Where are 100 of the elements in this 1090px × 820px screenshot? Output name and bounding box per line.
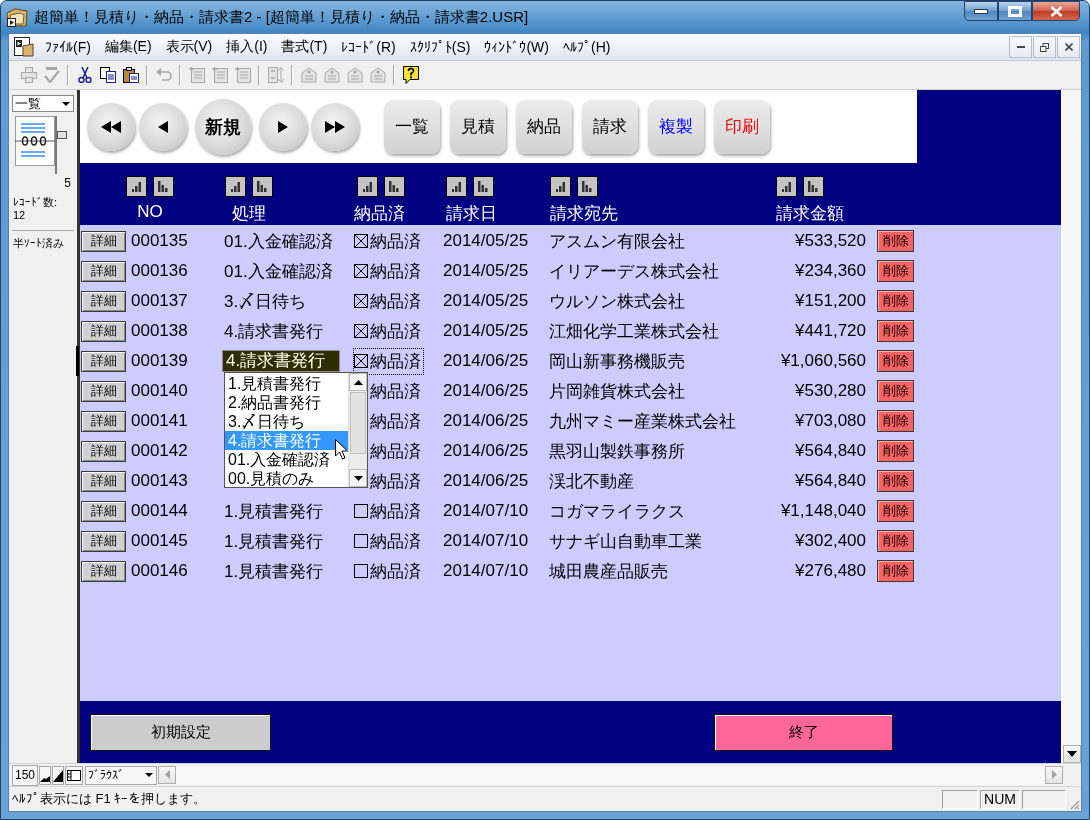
checkbox-label[interactable]: 納品済 bbox=[370, 379, 421, 403]
checkbox-label[interactable]: 納品済 bbox=[370, 349, 421, 373]
checkbox[interactable] bbox=[354, 354, 368, 368]
first-record-button[interactable] bbox=[87, 102, 135, 151]
initial-settings-button[interactable]: 初期設定 bbox=[90, 713, 271, 751]
checkbox[interactable] bbox=[354, 264, 368, 278]
small-mountain-icon[interactable] bbox=[39, 765, 52, 785]
minimize-button[interactable] bbox=[964, 1, 998, 21]
delete-button[interactable]: 削除 bbox=[877, 470, 914, 492]
checkbox-label[interactable]: 納品済 bbox=[370, 499, 421, 523]
pages-icon[interactable] bbox=[99, 67, 116, 83]
detail-button[interactable]: 詳細 bbox=[81, 500, 126, 522]
delete-button[interactable]: 削除 bbox=[877, 380, 914, 402]
dropdown-option[interactable]: 00.見積のみ bbox=[225, 469, 348, 488]
menu-item[interactable]: ｳｨﾝﾄﾞｳ(W) bbox=[477, 37, 556, 57]
new-record-button[interactable]: 新規 bbox=[195, 98, 251, 155]
dropdown-option[interactable]: 3.〆日待ち bbox=[225, 412, 348, 431]
descending-bars-icon[interactable] bbox=[252, 176, 273, 197]
clipboard-icon[interactable] bbox=[122, 67, 139, 83]
layout-button[interactable]: 見積 bbox=[450, 99, 506, 154]
checkbox-label[interactable]: 納品済 bbox=[370, 529, 421, 553]
menu-item[interactable]: ﾌｧｲﾙ(F) bbox=[38, 37, 98, 57]
last-record-button[interactable] bbox=[311, 102, 359, 151]
ascending-bars-icon[interactable] bbox=[126, 176, 147, 197]
mode-dropdown[interactable]: ﾌﾞﾗｳｽﾞ bbox=[85, 765, 158, 785]
ascending-bars-icon[interactable] bbox=[776, 176, 797, 197]
dropdown-scrollbar[interactable] bbox=[348, 373, 367, 487]
descending-bars-icon[interactable] bbox=[577, 176, 598, 197]
next-record-button[interactable] bbox=[259, 102, 307, 151]
menu-item[interactable]: 表示(V) bbox=[158, 36, 220, 58]
layout-dropdown[interactable]: 一覧 bbox=[12, 95, 74, 112]
checkbox-label[interactable]: 納品済 bbox=[370, 409, 421, 433]
detail-button[interactable]: 詳細 bbox=[81, 560, 126, 582]
delete-button[interactable]: 削除 bbox=[877, 530, 914, 552]
detail-button[interactable]: 詳細 bbox=[81, 380, 126, 402]
menu-item[interactable]: ｽｸﾘﾌﾟﾄ(S) bbox=[402, 37, 478, 57]
previous-record-button[interactable] bbox=[139, 102, 187, 151]
menu-item[interactable]: 編集(E) bbox=[97, 36, 159, 58]
ascending-bars-icon[interactable] bbox=[225, 176, 246, 197]
menu-item[interactable]: 書式(T) bbox=[274, 36, 335, 58]
detail-button[interactable]: 詳細 bbox=[81, 230, 126, 252]
checkbox-label[interactable]: 納品済 bbox=[370, 559, 421, 583]
checkbox-label[interactable]: 納品済 bbox=[370, 469, 421, 493]
dropdown-option[interactable]: 2.納品書発行 bbox=[225, 393, 348, 412]
minimize-button[interactable] bbox=[1009, 36, 1032, 58]
scissors-icon[interactable] bbox=[76, 67, 93, 83]
checkbox[interactable] bbox=[354, 294, 368, 308]
ascending-bars-icon[interactable] bbox=[357, 176, 378, 197]
detail-button[interactable]: 詳細 bbox=[81, 350, 126, 372]
delete-button[interactable]: 削除 bbox=[877, 290, 914, 312]
ascending-bars-icon[interactable] bbox=[446, 176, 467, 197]
close-button[interactable] bbox=[1032, 1, 1080, 21]
delete-button[interactable]: 削除 bbox=[877, 230, 914, 252]
checkbox[interactable] bbox=[354, 234, 368, 248]
dropdown-option[interactable]: 1.見積書発行 bbox=[225, 374, 348, 393]
delete-button[interactable]: 削除 bbox=[877, 560, 914, 582]
help-icon[interactable] bbox=[402, 66, 419, 84]
menu-item[interactable]: ﾍﾙﾌﾟ(H) bbox=[556, 37, 618, 57]
descending-bars-icon[interactable] bbox=[153, 176, 174, 197]
restore-button[interactable] bbox=[1033, 36, 1056, 58]
detail-button[interactable]: 詳細 bbox=[81, 320, 126, 342]
close-button[interactable] bbox=[1057, 36, 1080, 58]
delete-button[interactable]: 削除 bbox=[877, 260, 914, 282]
checkbox-label[interactable]: 納品済 bbox=[370, 289, 421, 313]
maximize-button[interactable] bbox=[998, 1, 1032, 21]
detail-button[interactable]: 詳細 bbox=[81, 260, 126, 282]
ascending-bars-icon[interactable] bbox=[550, 176, 571, 197]
record-slider[interactable] bbox=[55, 116, 67, 174]
checkbox-label[interactable]: 納品済 bbox=[370, 439, 421, 463]
detail-button[interactable]: 詳細 bbox=[81, 410, 126, 432]
scroll-down-button[interactable] bbox=[349, 469, 367, 487]
scroll-down-button[interactable] bbox=[1063, 745, 1081, 763]
descending-bars-icon[interactable] bbox=[803, 176, 824, 197]
delete-button[interactable]: 削除 bbox=[877, 440, 914, 462]
delete-button[interactable]: 削除 bbox=[877, 320, 914, 342]
checkbox-label[interactable]: 納品済 bbox=[370, 319, 421, 343]
menu-item[interactable]: ﾚｺｰﾄﾞ(R) bbox=[334, 37, 403, 57]
zoom-level[interactable]: 150 bbox=[12, 764, 39, 786]
layout-button[interactable]: 一覧 bbox=[384, 99, 440, 154]
descending-bars-icon[interactable] bbox=[384, 176, 405, 197]
scroll-up-button[interactable] bbox=[349, 373, 367, 391]
panel-icon[interactable] bbox=[65, 765, 84, 785]
layout-button[interactable]: 請求 bbox=[582, 99, 638, 154]
layout-button[interactable]: 納品 bbox=[516, 99, 572, 154]
descending-bars-icon[interactable] bbox=[473, 176, 494, 197]
checkbox[interactable] bbox=[354, 534, 368, 548]
delete-button[interactable]: 削除 bbox=[877, 350, 914, 372]
detail-button[interactable]: 詳細 bbox=[81, 440, 126, 462]
checkbox[interactable] bbox=[354, 504, 368, 518]
detail-button[interactable]: 詳細 bbox=[81, 290, 126, 312]
delete-button[interactable]: 削除 bbox=[877, 500, 914, 522]
scrollbar-thumb[interactable] bbox=[350, 392, 366, 454]
detail-button[interactable]: 詳細 bbox=[81, 530, 126, 552]
exit-button[interactable]: 終了 bbox=[714, 713, 893, 751]
checkbox[interactable] bbox=[354, 324, 368, 338]
large-mountain-icon[interactable] bbox=[52, 765, 65, 785]
slider-thumb[interactable] bbox=[57, 131, 67, 139]
checkbox[interactable] bbox=[354, 564, 368, 578]
detail-button[interactable]: 詳細 bbox=[81, 470, 126, 492]
status-popup-field[interactable]: 4.請求書発行 bbox=[222, 350, 340, 372]
